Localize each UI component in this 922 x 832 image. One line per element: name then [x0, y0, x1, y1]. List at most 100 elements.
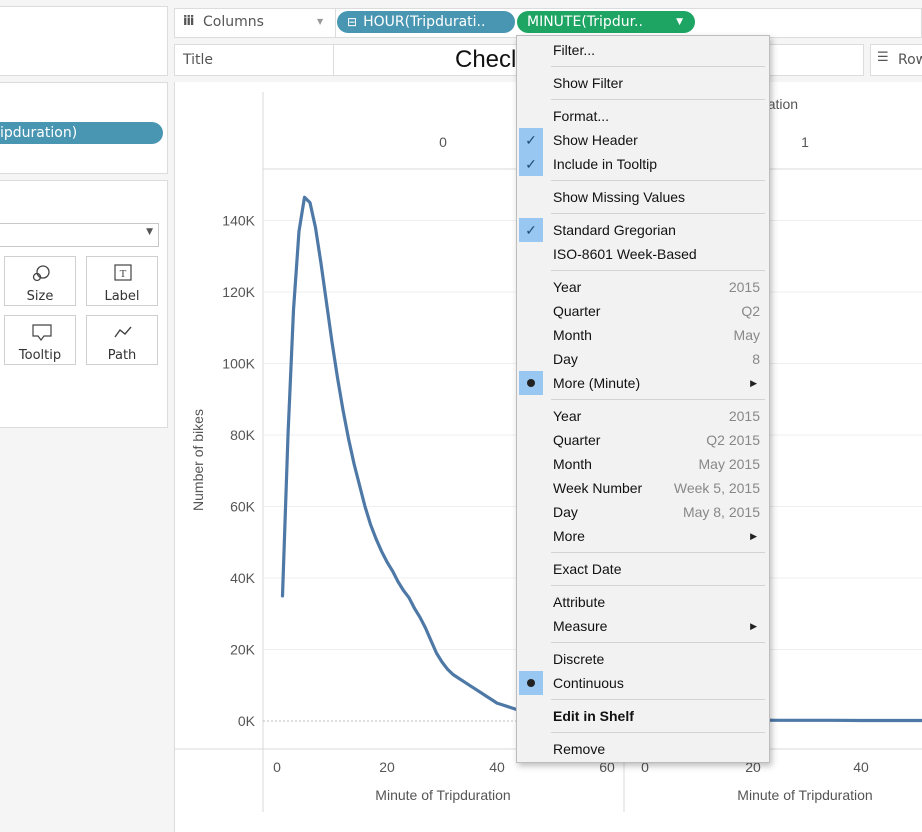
y-tick-label: 40K	[230, 570, 256, 586]
menu-item-show-missing-values[interactable]: Show Missing Values	[517, 185, 769, 209]
rows-pill[interactable]: ipduration)	[0, 122, 163, 144]
x-tick-label: 40	[853, 759, 869, 775]
menu-item-label: Measure	[553, 618, 608, 634]
menu-item-measure[interactable]: Measure ▶	[517, 614, 769, 638]
menu-item-label: Quarter	[553, 432, 601, 448]
menu-item-filter[interactable]: Filter...	[517, 38, 769, 62]
column-header-1: 1	[801, 134, 809, 150]
chevron-down-icon: ▼	[146, 227, 153, 237]
menu-item-more-minute[interactable]: More (Minute) ▶	[517, 371, 769, 395]
menu-item-remove[interactable]: Remove	[517, 737, 769, 761]
menu-item-label: Day	[553, 351, 578, 367]
x-tick-label: 0	[273, 759, 281, 775]
path-icon	[114, 326, 132, 338]
menu-item-format[interactable]: Format...	[517, 104, 769, 128]
x-axis-label-right: Minute of Tripduration	[737, 787, 872, 803]
radio-dot-icon	[519, 671, 543, 695]
rows-shelf-label: Row	[898, 52, 922, 68]
menu-item-label: Format...	[553, 108, 610, 124]
menu-separator	[551, 732, 765, 733]
chevron-down-icon[interactable]: ▼	[676, 11, 683, 33]
title-label-box: Title	[175, 45, 334, 75]
menu-item-month-value[interactable]: Month May 2015	[517, 452, 769, 476]
menu-item-quarter-value[interactable]: Quarter Q2 2015	[517, 428, 769, 452]
y-tick-label: 80K	[230, 427, 256, 443]
y-tick-label: 20K	[230, 642, 256, 658]
marks-panel: ▼ Size T Label Tooltip Path	[0, 180, 168, 428]
menu-item-label: Show Filter	[553, 75, 624, 91]
menu-item-edit-in-shelf[interactable]: Edit in Shelf	[517, 704, 769, 728]
menu-item-value: May	[733, 327, 760, 343]
menu-separator	[551, 552, 765, 553]
menu-item-attribute[interactable]: Attribute	[517, 590, 769, 614]
mark-path-button[interactable]: Path	[86, 315, 158, 365]
menu-item-label: Show Header	[553, 132, 638, 148]
x-tick-label: 20	[379, 759, 395, 775]
x-axis-label-left: Minute of Tripduration	[375, 787, 510, 803]
rows-icon: ☰	[877, 50, 889, 65]
mark-tooltip-label: Tooltip	[18, 348, 62, 363]
menu-item-label: Year	[553, 279, 582, 295]
menu-item-label: Continuous	[553, 675, 624, 691]
columns-icon: iii	[183, 14, 194, 29]
menu-item-year-value[interactable]: Year 2015	[517, 404, 769, 428]
mark-label-label: Label	[104, 289, 140, 304]
menu-item-standard-gregorian[interactable]: ✓ Standard Gregorian	[517, 218, 769, 242]
menu-item-value: Week 5, 2015	[673, 480, 760, 496]
minute-pill[interactable]: MINUTE(Tripdur.. ▼	[517, 11, 695, 33]
y-tick-label: 0K	[238, 713, 256, 729]
menu-separator	[551, 213, 765, 214]
menu-item-label: Year	[553, 408, 582, 424]
menu-separator	[551, 180, 765, 181]
chevron-down-icon[interactable]: ▼	[317, 17, 323, 26]
rows-shelf: ☰ Row	[870, 44, 922, 76]
mark-size-button[interactable]: Size	[4, 256, 76, 306]
submenu-arrow-icon: ▶	[750, 531, 757, 541]
context-menu: Filter... Show Filter Format... ✓ Show Heade…	[516, 35, 770, 763]
mark-label-button[interactable]: T Label	[86, 256, 158, 306]
menu-item-label: Include in Tooltip	[553, 156, 658, 172]
menu-item-value: Q2	[741, 303, 760, 319]
checkmark-icon: ✓	[519, 218, 543, 242]
menu-item-value: Q2 2015	[706, 432, 760, 448]
menu-item-day-part[interactable]: Day 8	[517, 347, 769, 371]
menu-item-label: Month	[553, 456, 592, 472]
menu-item-label: Filter...	[553, 42, 596, 58]
menu-item-quarter-part[interactable]: Quarter Q2	[517, 299, 769, 323]
mark-type-dropdown[interactable]: ▼	[0, 223, 159, 247]
menu-item-year-part[interactable]: Year 2015	[517, 275, 769, 299]
menu-item-label: Exact Date	[553, 561, 622, 577]
menu-item-show-header[interactable]: ✓ Show Header	[517, 128, 769, 152]
hour-pill[interactable]: ⊟ HOUR(Tripdurati..	[337, 11, 515, 33]
checkmark-icon: ✓	[519, 128, 543, 152]
menu-item-discrete[interactable]: Discrete	[517, 647, 769, 671]
top-left-panel	[0, 6, 168, 76]
menu-item-label: Edit in Shelf	[553, 708, 634, 724]
menu-item-more[interactable]: More ▶	[517, 524, 769, 548]
mark-path-label: Path	[107, 348, 137, 363]
column-header-0: 0	[439, 134, 447, 150]
menu-item-value: 2015	[728, 408, 760, 424]
menu-item-continuous[interactable]: Continuous	[517, 671, 769, 695]
menu-item-week-number-value[interactable]: Week Number Week 5, 2015	[517, 476, 769, 500]
size-icon	[32, 265, 50, 282]
menu-item-label: Attribute	[553, 594, 606, 610]
menu-separator	[551, 642, 765, 643]
x-tick-label: 40	[489, 759, 505, 775]
menu-separator	[551, 270, 765, 271]
menu-separator	[551, 699, 765, 700]
menu-item-month-part[interactable]: Month May	[517, 323, 769, 347]
menu-item-day-value[interactable]: Day May 8, 2015	[517, 500, 769, 524]
mark-size-label: Size	[26, 289, 54, 304]
columns-shelf-label-box: iii Columns ▼	[175, 9, 336, 37]
menu-item-iso-8601-week-based[interactable]: ISO-8601 Week-Based	[517, 242, 769, 266]
menu-item-label: Remove	[553, 741, 606, 757]
menu-item-show-filter[interactable]: Show Filter	[517, 71, 769, 95]
menu-item-include-in-tooltip[interactable]: ✓ Include in Tooltip	[517, 152, 769, 176]
menu-item-exact-date[interactable]: Exact Date	[517, 557, 769, 581]
mark-tooltip-button[interactable]: Tooltip	[4, 315, 76, 365]
submenu-arrow-icon: ▶	[750, 621, 757, 631]
collapse-icon[interactable]: ⊟	[347, 15, 357, 29]
menu-separator	[551, 66, 765, 67]
columns-shelf: iii Columns ▼ ⊟ HOUR(Tripdurati.. MINUTE(…	[174, 8, 922, 38]
